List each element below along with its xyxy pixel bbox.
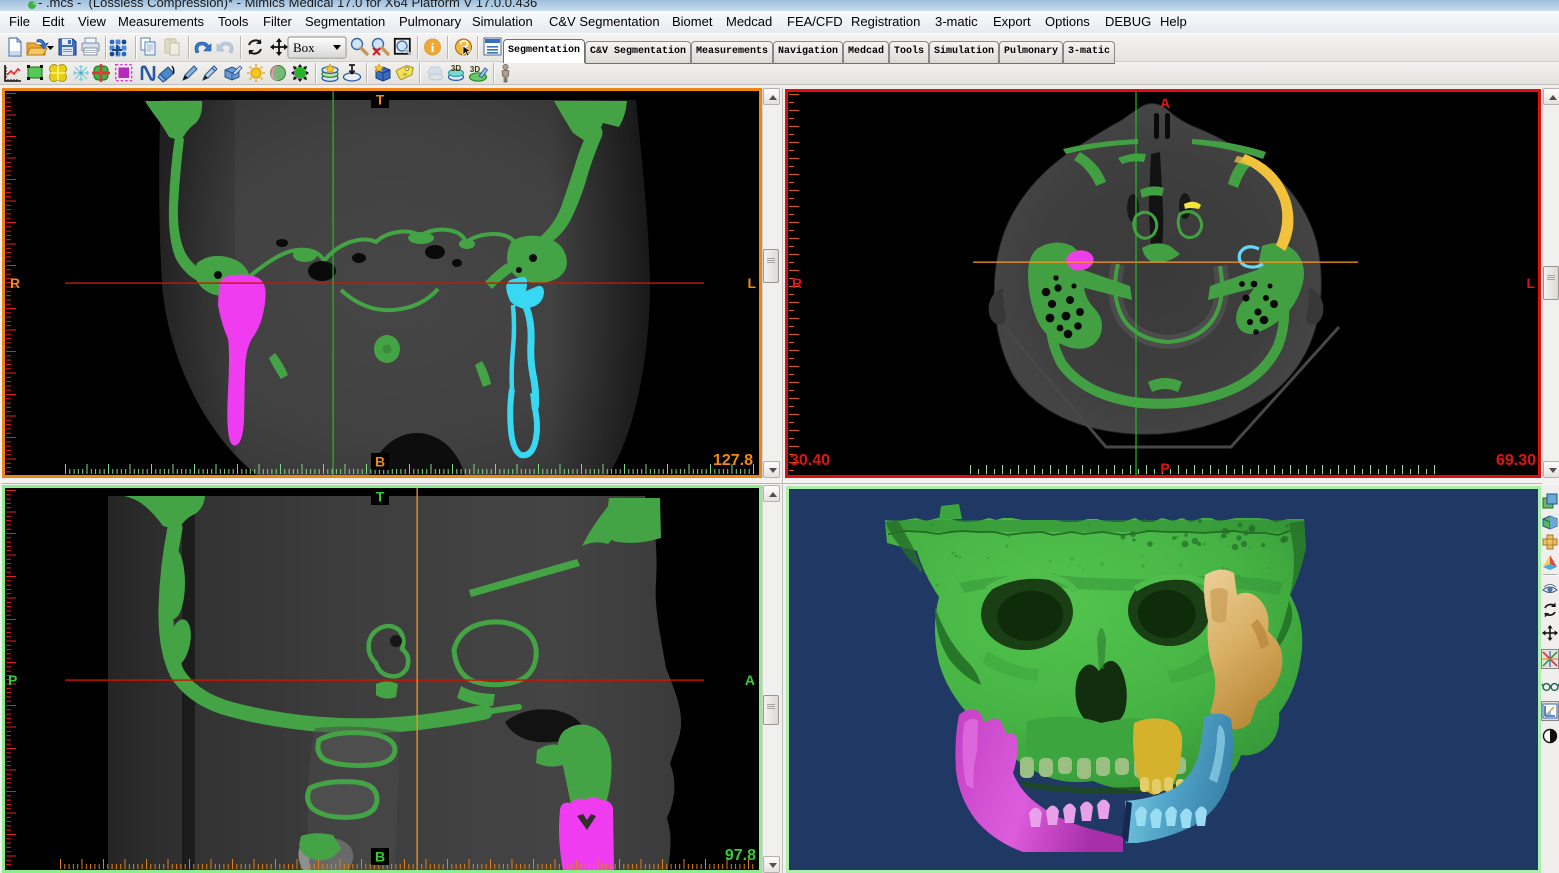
svg-text:i: i [431,40,435,55]
svg-text:97.8: 97.8 [725,847,756,864]
svg-text:A: A [1160,95,1170,111]
svg-text:A: A [745,672,755,688]
svg-text:R: R [792,275,802,291]
svg-text:69.30: 69.30 [1496,452,1536,469]
svg-text:B: B [375,454,385,470]
svg-text:L: L [1526,275,1535,291]
svg-text:L: L [747,275,756,291]
svg-text:R: R [10,275,20,291]
svg-text:T: T [376,489,385,505]
svg-text:3D: 3D [470,65,480,74]
svg-text:Box: Box [293,40,315,55]
svg-text:P: P [1160,460,1169,475]
svg-text:P: P [8,672,17,688]
svg-text:T: T [376,92,385,108]
svg-text:B: B [375,849,385,865]
svg-text:127.8: 127.8 [713,452,753,469]
svg-text:3D: 3D [451,64,461,73]
svg-text:30.40: 30.40 [790,452,830,469]
